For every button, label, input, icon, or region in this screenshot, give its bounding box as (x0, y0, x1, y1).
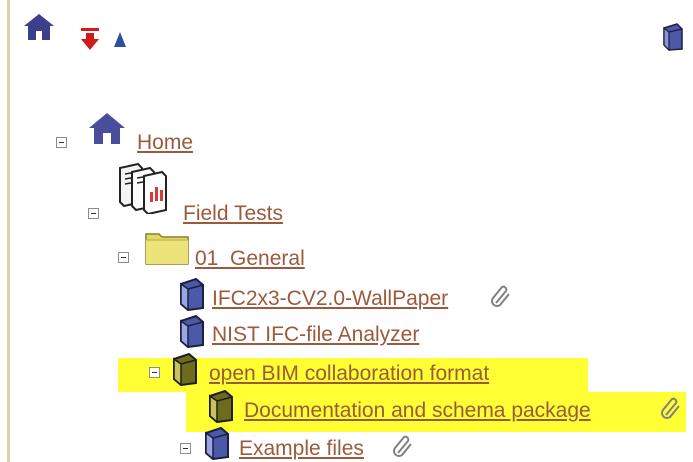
tree-link-general[interactable]: 01_General (195, 247, 305, 271)
documents-icon (119, 162, 167, 214)
folder-tree: Home Field Tests 01_General IFC2x3-CV2.0… (0, 0, 693, 462)
book-icon (205, 426, 229, 460)
attachment-icon (491, 285, 510, 307)
tree-link-wallpaper[interactable]: IFC2x3-CV2.0-WallPaper (212, 287, 448, 311)
tree-link-field-tests[interactable]: Field Tests (183, 202, 283, 226)
tree-link-docs[interactable]: Documentation and schema package (244, 399, 591, 423)
collapse-toggle-field-tests[interactable] (88, 208, 99, 219)
attachment-icon (393, 435, 412, 457)
tree-link-examples[interactable]: Example files (239, 437, 364, 461)
tree-link-bcf[interactable]: open BIM collaboration format (209, 362, 489, 386)
home-folder-icon (86, 110, 128, 148)
folder-open-icon (145, 233, 189, 265)
book-icon (180, 277, 204, 311)
collapse-toggle-bcf[interactable] (149, 367, 160, 378)
folder-book-icon (209, 389, 233, 423)
book-icon (180, 314, 204, 348)
folder-book-icon (173, 352, 197, 386)
collapse-toggle-home[interactable] (56, 137, 67, 148)
collapse-toggle-general[interactable] (118, 252, 129, 263)
attachment-icon (661, 397, 680, 419)
tree-link-home[interactable]: Home (137, 131, 193, 155)
collapse-toggle-examples[interactable] (180, 443, 191, 454)
tree-link-nist[interactable]: NIST IFC-file Analyzer (212, 323, 419, 347)
